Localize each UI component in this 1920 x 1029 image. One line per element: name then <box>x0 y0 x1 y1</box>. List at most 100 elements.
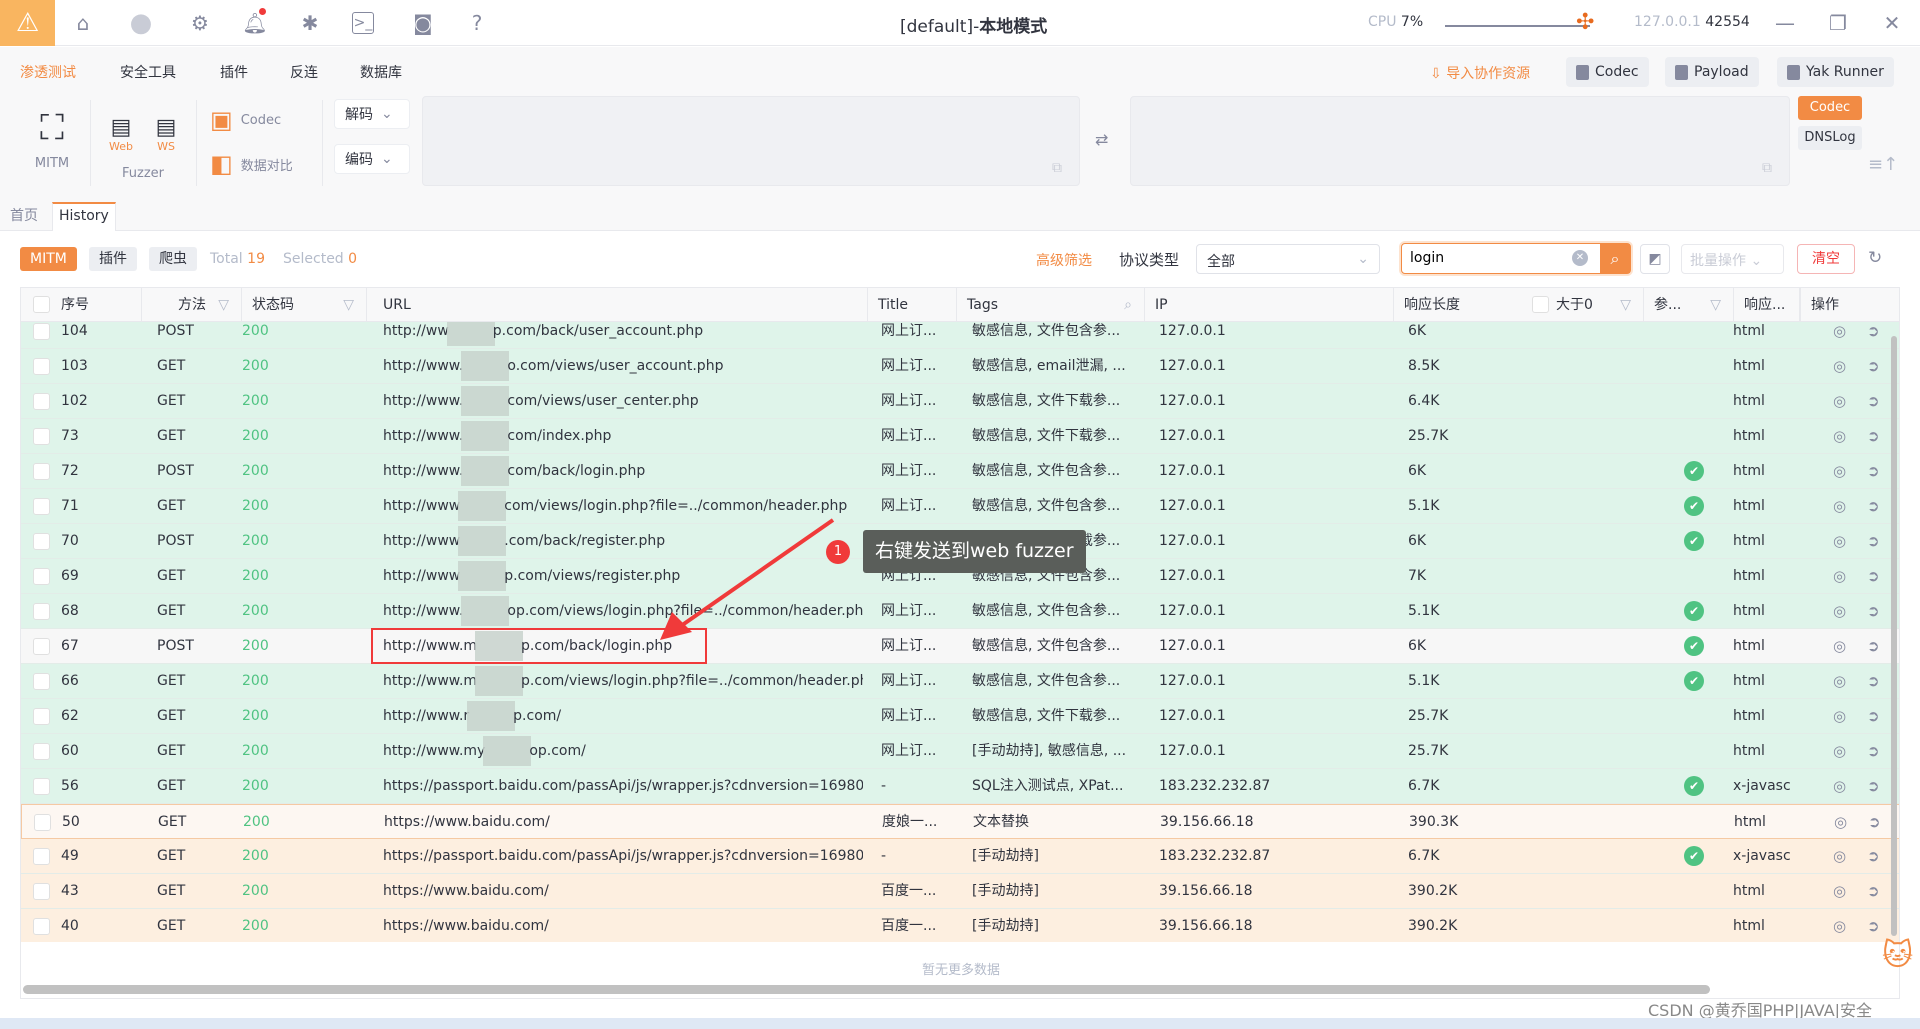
row-checkbox[interactable] <box>33 743 50 760</box>
row-checkbox[interactable] <box>33 463 50 480</box>
details-arrow-icon[interactable]: ➲ <box>1867 909 1880 942</box>
compare-tool[interactable]: ◧ 数据对比 <box>210 150 293 178</box>
row-checkbox[interactable] <box>34 814 51 831</box>
greater-than-zero-checkbox[interactable] <box>1532 296 1549 313</box>
browser-open-icon[interactable]: ◎ <box>1833 629 1846 664</box>
col-title[interactable]: Title <box>868 288 957 322</box>
yak-engine-icon[interactable]: ✣ <box>1576 10 1594 35</box>
browser-open-icon[interactable]: ◎ <box>1833 594 1846 629</box>
batch-operation-select[interactable]: 批量操作 ⌄ <box>1681 244 1784 274</box>
row-checkbox[interactable] <box>33 428 50 445</box>
col-url[interactable]: URL <box>367 288 868 322</box>
row-checkbox[interactable] <box>33 358 50 375</box>
table-row[interactable]: 73 GET 200 http://www. com/index.php 网上订... 敏感… <box>21 419 1899 454</box>
col-status[interactable]: 状态码 ▽ <box>242 288 367 322</box>
details-arrow-icon[interactable]: ➲ <box>1867 629 1880 664</box>
browser-open-icon[interactable]: ◎ <box>1833 524 1846 559</box>
swap-icon[interactable]: ⇄ <box>1095 130 1108 149</box>
table-row[interactable]: 43 GET 200 https://www.baidu.com/百度一... [手动劫… <box>21 874 1899 909</box>
browser-open-icon[interactable]: ◎ <box>1833 349 1846 384</box>
details-arrow-icon[interactable]: ➲ <box>1867 839 1880 874</box>
browser-open-icon[interactable]: ◎ <box>1833 664 1846 699</box>
payload-button[interactable]: Payload <box>1665 57 1759 87</box>
details-arrow-icon[interactable]: ➲ <box>1867 489 1880 524</box>
col-tags[interactable]: Tags ⌕ <box>957 288 1145 322</box>
filter-crawler[interactable]: 爬虫 <box>149 247 197 271</box>
advanced-filter-link[interactable]: 高级筛选 <box>1036 250 1092 270</box>
browser-open-icon[interactable]: ◎ <box>1834 805 1847 840</box>
details-arrow-icon[interactable]: ➲ <box>1868 805 1881 840</box>
horizontal-scrollbar[interactable] <box>23 985 1710 994</box>
filter-icon[interactable]: ▽ <box>1620 288 1631 322</box>
browser-open-icon[interactable]: ◎ <box>1833 559 1846 594</box>
browser-open-icon[interactable]: ◎ <box>1833 489 1846 524</box>
bell-icon[interactable]: 🔔︎ <box>240 8 270 38</box>
minimize-icon[interactable]: — <box>1765 8 1805 38</box>
menu-database[interactable]: 数据库 <box>360 62 402 82</box>
ws-fuzzer-tool[interactable]: ▤ WS <box>150 115 182 153</box>
browser-open-icon[interactable]: ◎ <box>1833 322 1846 349</box>
row-checkbox[interactable] <box>33 323 50 340</box>
browser-open-icon[interactable]: ◎ <box>1833 909 1846 942</box>
select-all-checkbox[interactable] <box>33 296 50 313</box>
yak-runner-button[interactable]: Yak Runner <box>1777 57 1894 87</box>
details-arrow-icon[interactable]: ➲ <box>1867 524 1880 559</box>
import-resources-button[interactable]: ⇩ 导入协作资源 <box>1430 63 1530 83</box>
help-icon[interactable]: ? <box>462 8 492 38</box>
encode-select[interactable]: 编码 ⌄ <box>334 144 410 174</box>
row-checkbox[interactable] <box>33 638 50 655</box>
side-tab-dnslog[interactable]: DNSLog <box>1798 126 1862 150</box>
browser-open-icon[interactable]: ◎ <box>1833 454 1846 489</box>
decode-select[interactable]: 解码 ⌄ <box>334 99 410 129</box>
copy-icon[interactable]: ⧉ <box>1052 160 1062 176</box>
table-row[interactable]: 40 GET 200 https://www.baidu.com/百度一... [手动劫… <box>21 909 1899 942</box>
table-row[interactable]: 67 POST 200 http://www.m p.com/back/login.ph… <box>21 629 1899 664</box>
details-arrow-icon[interactable]: ➲ <box>1867 419 1880 454</box>
table-row[interactable]: 103 GET 200 http://www. o.com/views/user_acc… <box>21 349 1899 384</box>
search-input[interactable] <box>1410 250 1570 266</box>
gear-icon[interactable]: ⚙ <box>185 8 215 38</box>
table-row[interactable]: 62 GET 200 http://www.r p.com/网上订... 敏感信息, 文件… <box>21 699 1899 734</box>
warning-icon[interactable]: ⚠ <box>0 0 55 46</box>
table-row[interactable]: 72 POST 200 http://www. com/back/login.php 网上… <box>21 454 1899 489</box>
browser-open-icon[interactable]: ◎ <box>1833 384 1846 419</box>
bug-icon[interactable]: ✱ <box>295 8 325 38</box>
table-row[interactable]: 56 GET 200 https://passport.baidu.com/passA… <box>21 769 1899 804</box>
filter-mitm[interactable]: MITM <box>20 247 77 271</box>
row-checkbox[interactable] <box>33 568 50 585</box>
details-arrow-icon[interactable]: ➲ <box>1867 699 1880 734</box>
menu-plugins[interactable]: 插件 <box>220 62 248 82</box>
browser-open-icon[interactable]: ◎ <box>1833 419 1846 454</box>
close-icon[interactable]: ✕ <box>1872 8 1912 38</box>
protocol-select[interactable]: 全部 ⌄ <box>1196 244 1380 274</box>
col-params[interactable]: 参... ▽ <box>1644 288 1734 322</box>
col-id[interactable]: 序号 <box>21 288 142 322</box>
row-checkbox[interactable] <box>33 848 50 865</box>
menu-reverse[interactable]: 反连 <box>290 62 318 82</box>
copy-icon[interactable]: ⧉ <box>1762 160 1772 176</box>
refresh-icon[interactable]: ↻ <box>1868 248 1882 268</box>
table-row[interactable]: 49 GET 200 https://passport.baidu.com/passA… <box>21 839 1899 874</box>
clear-button[interactable]: 清空 <box>1797 244 1855 274</box>
row-checkbox[interactable] <box>33 533 50 550</box>
browser-open-icon[interactable]: ◎ <box>1833 699 1846 734</box>
details-arrow-icon[interactable]: ➲ <box>1867 349 1880 384</box>
row-checkbox[interactable] <box>33 498 50 515</box>
row-checkbox[interactable] <box>33 778 50 795</box>
table-row[interactable]: 104 POST 200 http://ww p.com/back/user_accou… <box>21 322 1899 349</box>
details-arrow-icon[interactable]: ➲ <box>1867 874 1880 909</box>
side-tab-codec[interactable]: Codec <box>1798 96 1862 120</box>
menu-pentest[interactable]: 渗透测试 <box>20 62 76 82</box>
vertical-scrollbar[interactable] <box>1891 336 1897 936</box>
browser-open-icon[interactable]: ◎ <box>1833 874 1846 909</box>
col-ip[interactable]: IP <box>1145 288 1394 322</box>
details-arrow-icon[interactable]: ➲ <box>1867 322 1880 349</box>
collapse-icon[interactable]: ≡↑ <box>1868 154 1898 175</box>
browser-open-icon[interactable]: ◎ <box>1833 769 1846 804</box>
export-icon[interactable]: ◩ <box>1640 244 1670 274</box>
home-icon[interactable]: ⌂ <box>68 8 98 38</box>
codec-output-area[interactable] <box>1130 96 1790 186</box>
details-arrow-icon[interactable]: ➲ <box>1867 769 1880 804</box>
details-arrow-icon[interactable]: ➲ <box>1867 734 1880 769</box>
table-row[interactable]: 60 GET 200 http://www.my op.com/网上订... [手动劫持]… <box>21 734 1899 769</box>
